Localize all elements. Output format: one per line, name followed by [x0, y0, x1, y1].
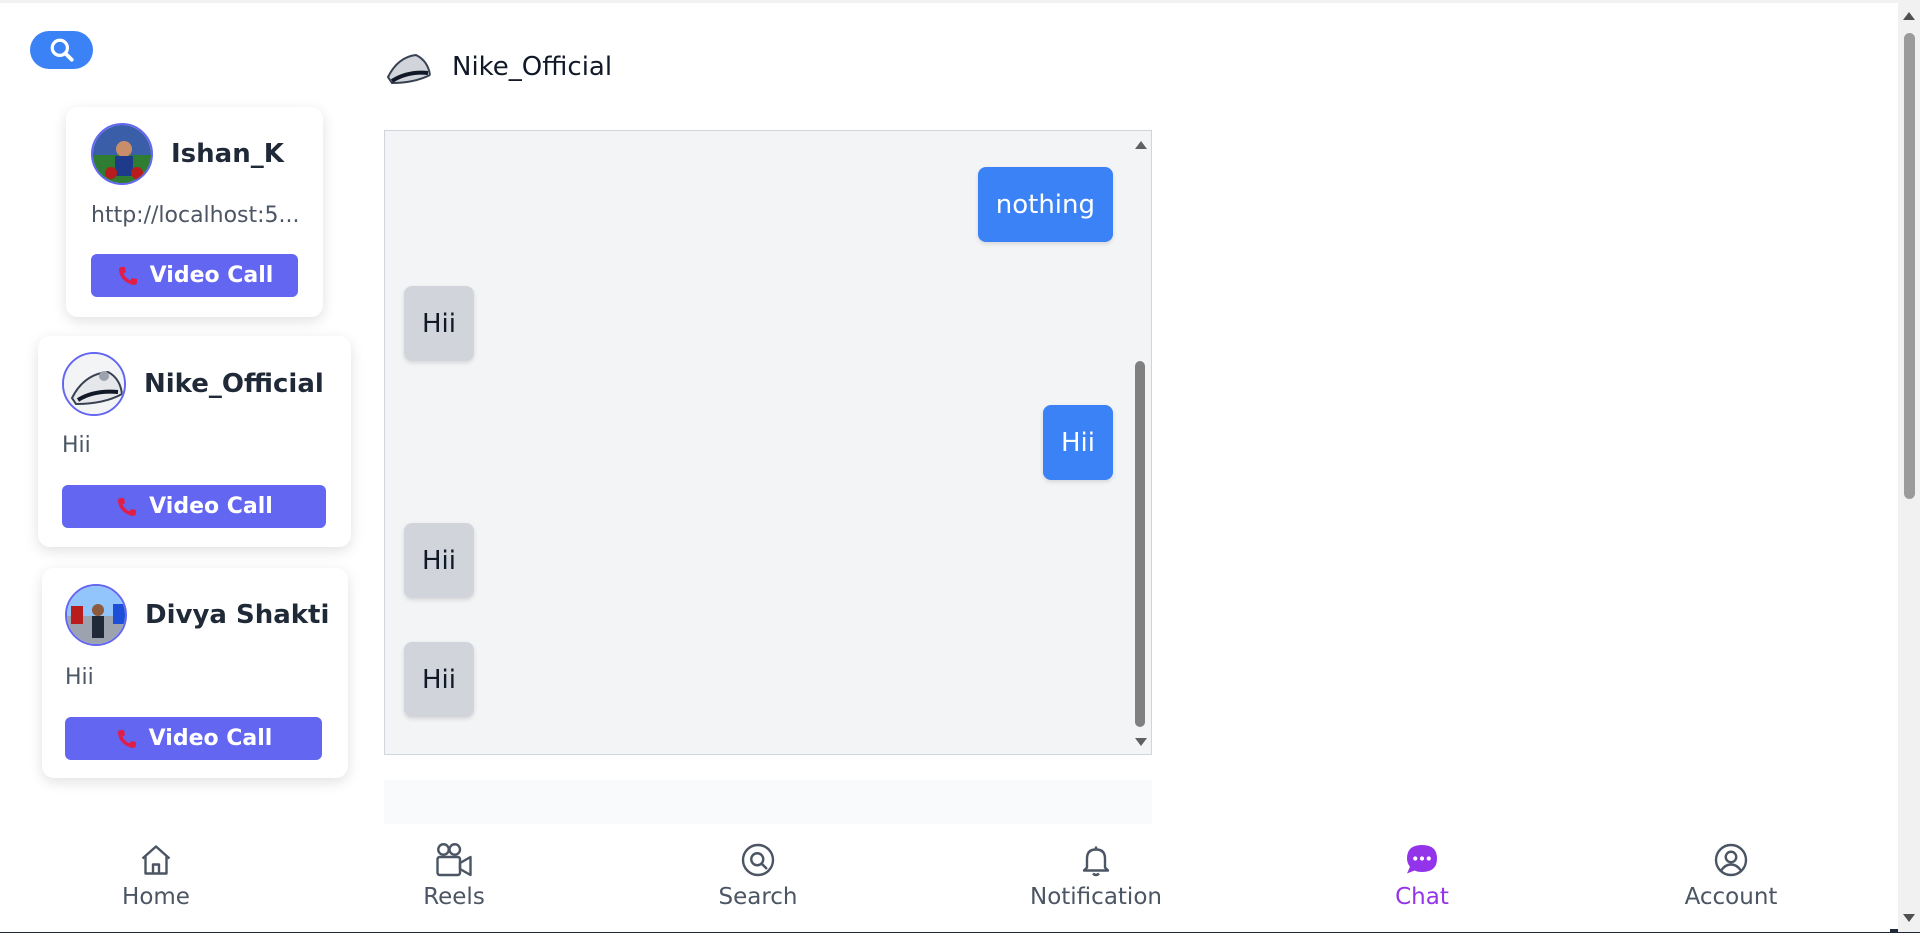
video-call-label: Video Call	[148, 726, 273, 751]
chat-scrollbar[interactable]	[1131, 131, 1151, 754]
bottom-nav: Home Reels Search Notification Chat Acco…	[0, 824, 1890, 932]
app-frame: Ishan_K http://localhost:5... Video Call…	[0, 0, 1920, 933]
nav-chat[interactable]: Chat	[1332, 842, 1512, 910]
nav-label: Chat	[1395, 884, 1449, 910]
scroll-up-arrow-icon[interactable]	[1135, 141, 1147, 149]
search-icon	[741, 843, 775, 877]
search-button[interactable]	[30, 31, 93, 69]
contact-name: Ishan_K	[171, 139, 284, 169]
video-call-button[interactable]: Video Call	[91, 254, 298, 297]
page-scrollbar-thumb[interactable]	[1904, 33, 1915, 499]
bell-icon	[1082, 846, 1110, 877]
contact-card-nike[interactable]: Nike_Official Hii Video Call	[38, 336, 351, 547]
phone-icon	[116, 264, 140, 288]
nav-label: Account	[1684, 884, 1778, 910]
page-scroll-down-icon[interactable]	[1903, 914, 1915, 922]
page-scroll-up-icon[interactable]	[1903, 12, 1915, 20]
video-camera-icon	[436, 843, 472, 877]
chat-contact-name: Nike_Official	[452, 52, 613, 82]
video-call-label: Video Call	[149, 494, 273, 519]
avatar	[65, 584, 127, 646]
contact-card-ishan[interactable]: Ishan_K http://localhost:5... Video Call	[66, 107, 323, 317]
nav-account[interactable]: Account	[1641, 842, 1821, 910]
phone-icon	[115, 495, 139, 519]
page-scrollbar[interactable]	[1898, 3, 1920, 932]
scroll-down-arrow-icon[interactable]	[1135, 738, 1147, 746]
message-input-area[interactable]	[384, 780, 1152, 824]
user-circle-icon	[1714, 843, 1748, 877]
video-call-button[interactable]: Video Call	[62, 485, 326, 528]
message-bubble-incoming: Hii	[404, 286, 474, 361]
home-icon	[141, 845, 171, 875]
chat-header-avatar	[384, 43, 432, 91]
search-icon	[50, 38, 74, 62]
last-message: Hii	[62, 433, 91, 458]
video-call-label: Video Call	[149, 263, 274, 288]
contact-name: Divya Shakti	[145, 600, 330, 630]
nav-label: Search	[718, 884, 798, 910]
nav-label: Reels	[423, 884, 485, 910]
message-bubble-incoming: Hii	[404, 642, 474, 717]
message-bubble-outgoing: nothing	[977, 167, 1113, 242]
message-bubble-outgoing: Hii	[1043, 405, 1113, 480]
video-call-button[interactable]: Video Call	[65, 717, 322, 760]
avatar	[91, 123, 153, 185]
chat-header: Nike_Official	[384, 43, 612, 91]
message-bubble-incoming: Hii	[404, 523, 474, 598]
last-message: http://localhost:5...	[91, 203, 300, 228]
nav-label: Notification	[1030, 884, 1162, 910]
nav-reels[interactable]: Reels	[364, 842, 544, 910]
last-message: Hii	[65, 665, 94, 690]
nav-label: Home	[122, 884, 190, 910]
nav-home[interactable]: Home	[66, 842, 246, 910]
avatar	[62, 352, 126, 416]
chat-bubble-icon	[1407, 845, 1437, 874]
nav-search[interactable]: Search	[668, 842, 848, 910]
chat-messages[interactable]: nothing Hii Hii Hii Hii	[384, 130, 1152, 755]
contact-name: Nike_Official	[144, 369, 324, 399]
chat-scrollbar-thumb[interactable]	[1135, 361, 1145, 727]
contact-card-divya[interactable]: Divya Shakti Hii Video Call	[42, 568, 348, 778]
nav-notification[interactable]: Notification	[1006, 842, 1186, 910]
phone-icon	[115, 727, 139, 751]
